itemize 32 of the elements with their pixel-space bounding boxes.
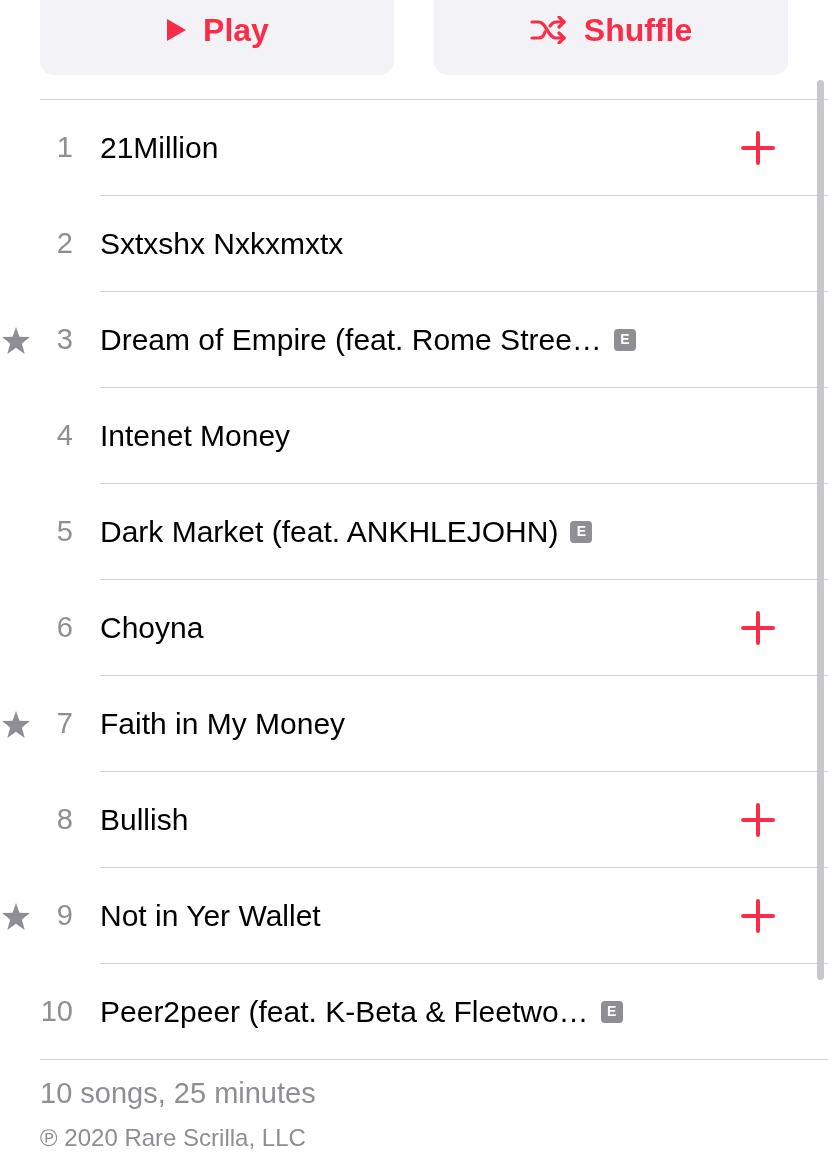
explicit-badge: E — [570, 520, 593, 543]
track-number: 2 — [56, 226, 73, 262]
add-button[interactable] — [740, 897, 776, 934]
track-title: Dark Market (feat. ANKHLEJOHN) — [100, 514, 559, 550]
track-row[interactable]: 10 Peer2peer (feat. K-Beta & Fleetwo… E — [0, 964, 828, 1060]
add-button[interactable] — [740, 609, 776, 646]
track-title: Dream of Empire (feat. Rome Stree… — [100, 322, 602, 358]
track-number: 9 — [56, 898, 73, 934]
track-title: Sxtxshx Nxkxmxtx — [100, 226, 344, 262]
track-title: Not in Yer Wallet — [100, 898, 321, 934]
track-title: 21Million — [100, 130, 219, 166]
shuffle-icon — [529, 16, 568, 44]
copyright-text: ℗ 2020 Rare Scrilla, LLC — [40, 1122, 307, 1153]
track-number: 10 — [40, 994, 73, 1030]
track-title: Peer2peer (feat. K-Beta & Fleetwo… — [100, 994, 589, 1030]
track-number: 1 — [56, 130, 73, 166]
track-title: Intenet Money — [100, 418, 291, 454]
track-number: 4 — [56, 418, 73, 454]
track-number: 5 — [56, 514, 73, 550]
track-number: 8 — [56, 802, 73, 838]
track-title: Faith in My Money — [100, 706, 346, 742]
track-number: 3 — [56, 322, 73, 358]
add-button[interactable] — [740, 129, 776, 166]
explicit-badge: E — [600, 1000, 623, 1023]
explicit-badge: E — [613, 328, 636, 351]
track-title: Choyna — [100, 610, 204, 646]
add-button[interactable] — [740, 801, 776, 838]
album-summary: 10 songs, 25 minutes — [40, 1076, 317, 1111]
track-number: 6 — [56, 610, 73, 646]
track-number: 7 — [56, 706, 73, 742]
play-icon — [165, 18, 188, 42]
track-title: Bullish — [100, 802, 189, 838]
